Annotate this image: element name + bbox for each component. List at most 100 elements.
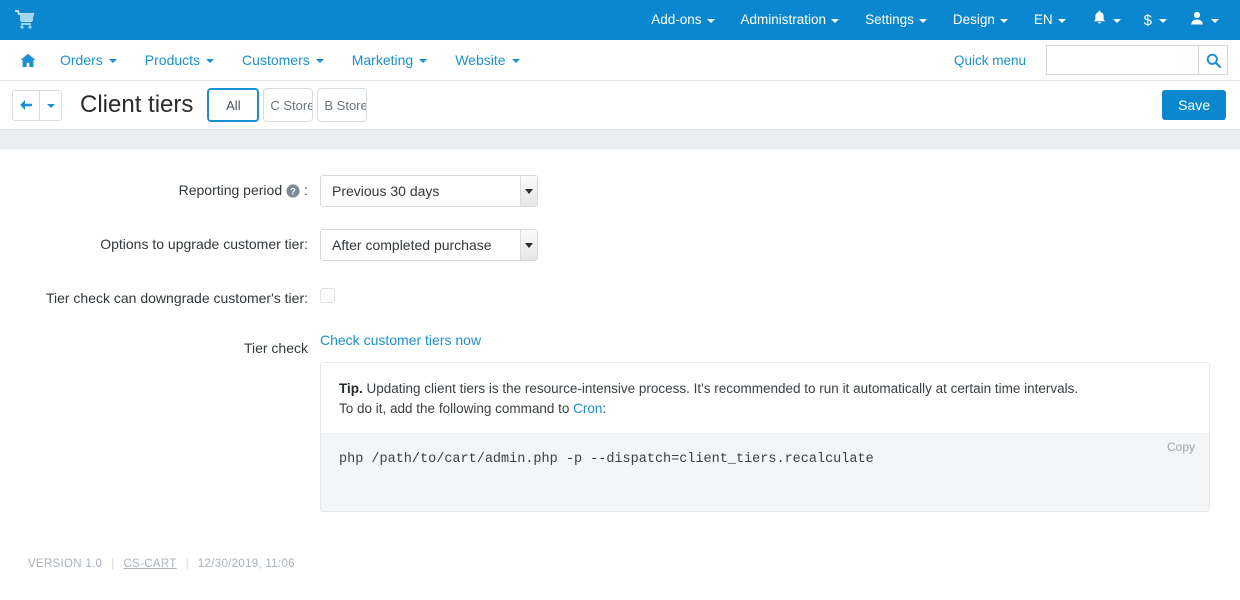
select-value: After completed purchase	[332, 237, 492, 253]
notifications-bell-icon	[1093, 10, 1106, 30]
tip-text-before: To do it, add the following command to	[339, 401, 574, 416]
top-menu-item-addons[interactable]: Add-ons	[638, 0, 727, 40]
cron-command-text: php /path/to/cart/admin.php -p --dispatc…	[339, 452, 874, 467]
top-menu-item-language[interactable]: EN	[1021, 0, 1079, 40]
chevron-down-icon	[419, 59, 428, 63]
nav-item-products[interactable]: Products	[131, 40, 228, 81]
user-account-menu[interactable]	[1176, 11, 1228, 30]
search-button[interactable]	[1198, 45, 1228, 75]
check-customer-tiers-now-link[interactable]: Check customer tiers now	[320, 332, 481, 348]
search-input[interactable]	[1046, 45, 1198, 75]
page-title: Client tiers	[80, 91, 194, 118]
arrow-left-icon	[20, 100, 32, 110]
select-arrow-icon	[520, 230, 537, 260]
nav-item-marketing[interactable]: Marketing	[338, 40, 441, 81]
user-account-icon	[1190, 11, 1204, 30]
top-menu-label: EN	[1033, 12, 1053, 27]
top-menu: Add-ons Administration Settings Design E…	[638, 0, 1228, 40]
svg-text:?: ?	[290, 185, 296, 196]
chevron-down-icon	[206, 59, 215, 63]
settings-form: Reporting period ? : Previous 30 days Op…	[0, 149, 1240, 512]
tab-label: C Store	[270, 97, 314, 113]
top-menu-label: Add-ons	[651, 12, 702, 27]
nav-item-label: Marketing	[351, 51, 414, 68]
downgrade-label: Tier check can downgrade customer's tier…	[45, 290, 308, 306]
chevron-down-icon	[1159, 19, 1167, 23]
reporting-period-select[interactable]: Previous 30 days	[320, 175, 538, 207]
tab-c-store[interactable]: C Store	[263, 88, 314, 122]
chevron-down-icon	[1057, 19, 1066, 23]
top-menu-label: Design	[952, 12, 995, 27]
currency-dollar-icon: $	[1143, 11, 1152, 29]
top-menu-label: Settings	[865, 12, 914, 27]
tip-prefix: Tip.	[339, 381, 363, 396]
tip-line-1: Tip. Updating client tiers is the resour…	[339, 379, 1191, 399]
footer-version: VERSION 1.0	[28, 558, 103, 570]
upgrade-options-label: Options to upgrade customer tier:	[100, 236, 308, 252]
tab-label: B Store	[324, 97, 368, 113]
nav-item-label: Customers	[242, 51, 310, 68]
tab-b-store[interactable]: B Store	[317, 88, 368, 122]
back-button-group	[12, 89, 62, 121]
chevron-down-icon	[1211, 19, 1219, 23]
tip-text-after: :	[602, 401, 607, 416]
home-icon[interactable]	[12, 53, 46, 68]
downgrade-field	[320, 283, 1240, 303]
upgrade-options-field: After completed purchase	[320, 229, 1240, 261]
main-navigation-bar: Orders Products Customers Marketing Webs…	[0, 40, 1240, 81]
label-text: Reporting period	[178, 182, 283, 198]
upgrade-options-select[interactable]: After completed purchase	[320, 229, 538, 261]
top-menu-item-administration[interactable]: Administration	[728, 0, 853, 40]
tab-all[interactable]: All	[207, 88, 260, 122]
notifications-menu[interactable]	[1079, 10, 1130, 30]
tier-check-field: Check customer tiers now Tip. Updating c…	[320, 332, 1240, 512]
tip-body: Tip. Updating client tiers is the resour…	[321, 363, 1209, 433]
nav-item-orders[interactable]: Orders	[46, 40, 131, 81]
question-mark-help-icon[interactable]: ?	[286, 184, 300, 198]
form-row-tier-check: Tier check Check customer tiers now Tip.…	[0, 332, 1240, 512]
top-menu-item-settings[interactable]: Settings	[852, 0, 940, 40]
nav-item-website[interactable]: Website	[441, 40, 533, 81]
footer-brand-link[interactable]: CS-CART	[124, 558, 177, 570]
form-row-downgrade: Tier check can downgrade customer's tier…	[0, 283, 1240, 306]
downgrade-checkbox[interactable]	[320, 288, 335, 303]
back-button[interactable]	[12, 89, 40, 121]
code-block: Copy php /path/to/cart/admin.php -p --di…	[321, 433, 1209, 511]
save-button[interactable]: Save	[1162, 90, 1226, 120]
chevron-down-icon	[1112, 19, 1121, 23]
page-title-bar: Client tiers All C Store B Store Save	[0, 81, 1240, 129]
chevron-down-icon	[108, 59, 117, 63]
reporting-period-label: Reporting period ? :	[0, 175, 320, 198]
shopping-cart-icon[interactable]	[14, 8, 40, 32]
nav-item-label: Orders	[60, 51, 103, 68]
chevron-down-icon	[918, 19, 927, 23]
tab-label: All	[226, 97, 241, 113]
footer: VERSION 1.0 | CS-CART | 12/30/2019, 11:0…	[28, 558, 295, 570]
cron-link[interactable]: Cron	[573, 401, 602, 416]
search-box	[1046, 45, 1228, 75]
footer-timestamp: 12/30/2019, 11:06	[197, 558, 295, 570]
tip-text: Updating client tiers is the resource-in…	[362, 381, 1079, 396]
quick-menu-link[interactable]: Quick menu	[954, 53, 1046, 68]
form-row-upgrade-options: Options to upgrade customer tier: After …	[0, 229, 1240, 261]
chevron-down-icon	[706, 19, 715, 23]
section-divider-strip	[0, 129, 1240, 149]
chevron-down-icon	[999, 19, 1008, 23]
footer-separator: |	[185, 558, 189, 570]
chevron-down-icon	[511, 59, 520, 63]
chevron-down-icon	[46, 104, 55, 108]
currency-menu[interactable]: $	[1130, 13, 1176, 28]
label-colon: :	[304, 182, 308, 198]
search-icon	[1206, 53, 1221, 68]
select-value: Previous 30 days	[332, 183, 440, 199]
chevron-down-icon	[315, 59, 324, 63]
reporting-period-field: Previous 30 days	[320, 175, 1240, 207]
back-dropdown-button[interactable]	[40, 89, 62, 121]
copy-button[interactable]: Copy	[1167, 440, 1195, 454]
tier-check-label: Tier check	[243, 340, 308, 356]
top-menu-item-design[interactable]: Design	[940, 0, 1021, 40]
nav-item-customers[interactable]: Customers	[228, 40, 338, 81]
form-row-reporting-period: Reporting period ? : Previous 30 days	[0, 175, 1240, 207]
nav-item-label: Products	[144, 51, 201, 68]
store-tabs: All C Store B Store	[207, 88, 371, 122]
